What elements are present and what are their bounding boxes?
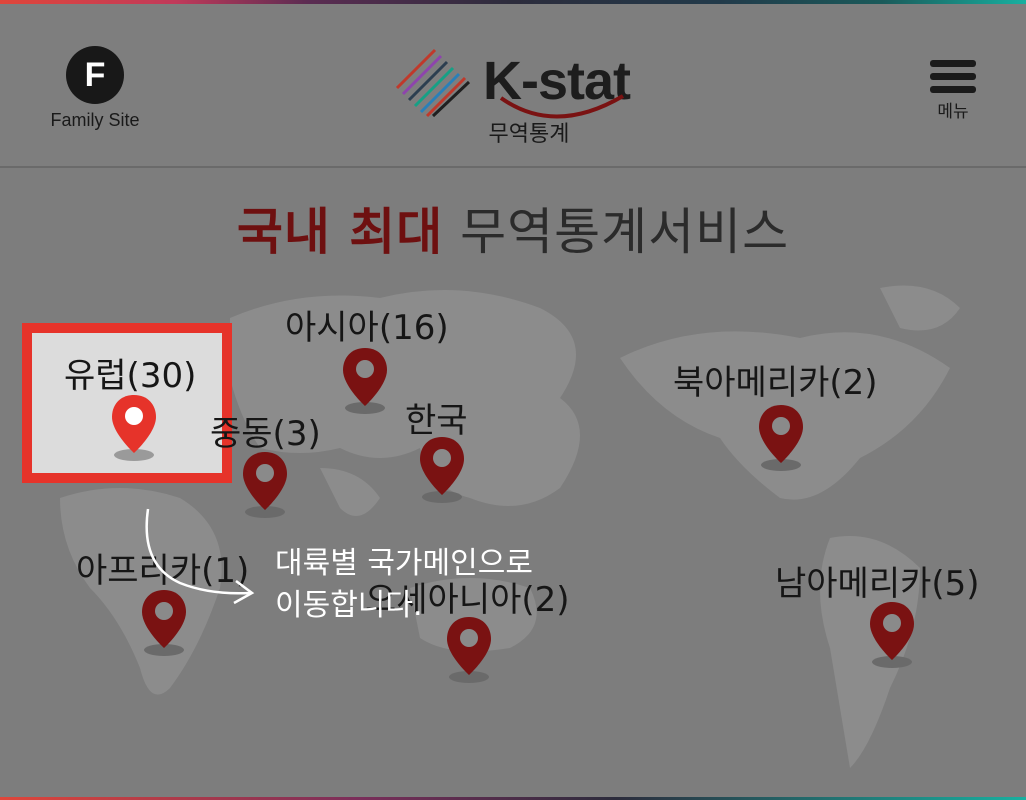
- north-america-pin-icon[interactable]: [755, 403, 807, 473]
- region-south-america-label[interactable]: 남아메리카(5): [775, 556, 980, 605]
- logo-stripes-icon: [395, 48, 471, 118]
- kstat-logo[interactable]: K-stat 무역통계: [395, 48, 635, 148]
- hint-tooltip: 대륙별 국가메인으로 이동합니다.: [275, 543, 533, 627]
- hamburger-icon: [920, 60, 986, 93]
- region-europe-label[interactable]: 유럽(30): [64, 348, 196, 397]
- title-highlight: 국내 최대: [236, 203, 444, 261]
- region-north-america-label[interactable]: 북아메리카(2): [673, 355, 878, 404]
- europe-pin-icon[interactable]: [108, 393, 160, 463]
- family-site-label: Family Site: [50, 110, 140, 130]
- hint-line-1: 대륙별 국가메인으로: [275, 546, 533, 581]
- page-title: 국내 최대 무역통계서비스: [0, 192, 1026, 264]
- title-rest: 무역통계서비스: [460, 203, 790, 261]
- header: F Family Site K-stat 무역통계 메뉴: [0, 4, 1026, 168]
- south-america-pin-icon[interactable]: [866, 600, 918, 670]
- menu-button[interactable]: 메뉴: [920, 60, 986, 122]
- hint-line-2: 이동합니다.: [275, 588, 423, 623]
- logo-subtitle: 무역통계: [488, 122, 570, 147]
- family-site-icon: F: [66, 46, 124, 104]
- menu-label: 메뉴: [937, 102, 969, 122]
- hint-arrow-icon: [145, 508, 255, 605]
- korea-pin-icon[interactable]: [416, 435, 468, 505]
- asia-pin-icon[interactable]: [339, 346, 391, 416]
- region-asia-label[interactable]: 아시아(16): [285, 300, 449, 349]
- family-site-button[interactable]: F Family Site: [40, 46, 150, 131]
- region-middle-east-label[interactable]: 중동(3): [210, 406, 321, 455]
